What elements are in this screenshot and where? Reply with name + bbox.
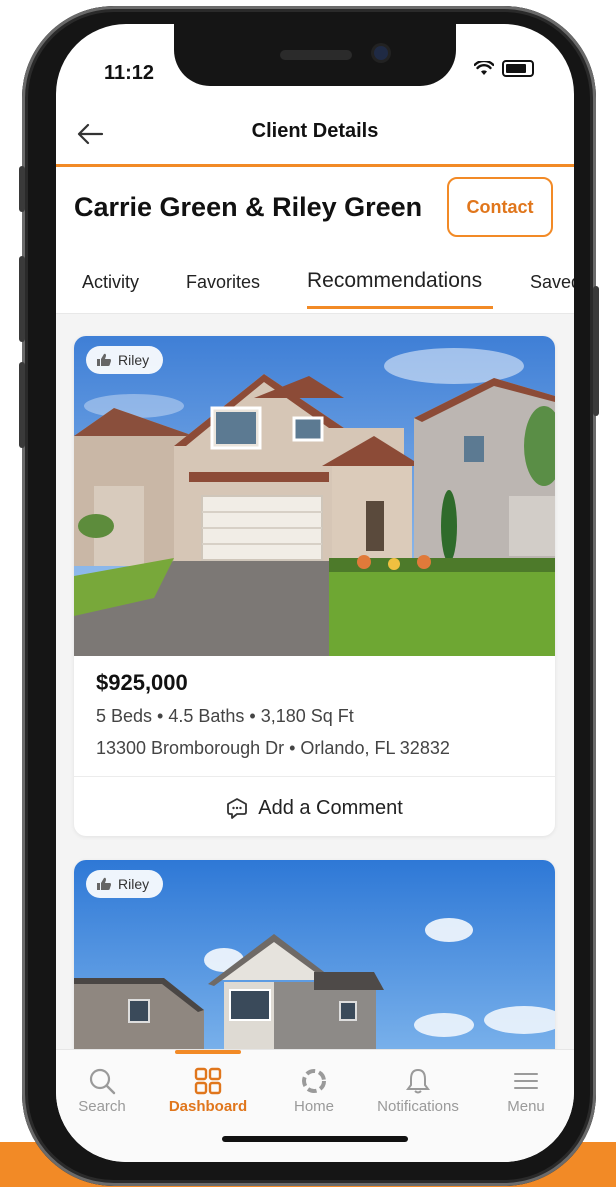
recommendations-feed: Riley $925,000 5 Beds • 4.5 Baths • 3,18… xyxy=(56,314,574,1049)
battery-icon xyxy=(502,60,534,77)
thumbs-up-icon xyxy=(97,353,111,366)
nav-notifications-label: Notifications xyxy=(377,1098,459,1115)
speaker-grille xyxy=(280,50,352,60)
thumbs-up-icon xyxy=(97,877,111,890)
bottom-nav: Search Dashboard Home Notifications Menu xyxy=(56,1049,574,1162)
header-divider xyxy=(56,164,574,167)
house-photo xyxy=(74,336,555,656)
add-comment-button[interactable]: Add a Comment xyxy=(74,786,555,830)
home-indicator[interactable] xyxy=(222,1136,408,1142)
active-tab-indicator xyxy=(307,306,493,309)
active-nav-indicator xyxy=(175,1050,241,1054)
client-name: Carrie Green & Riley Green xyxy=(74,192,423,222)
status-time: 11:12 xyxy=(104,62,155,84)
notch xyxy=(174,24,456,86)
bell-icon xyxy=(406,1068,430,1094)
contact-button[interactable]: Contact xyxy=(447,177,553,237)
hamburger-icon xyxy=(514,1073,538,1089)
power-button xyxy=(593,286,599,416)
liked-by-name: Riley xyxy=(118,876,150,892)
nav-search[interactable]: Search xyxy=(56,1064,152,1115)
listing-card[interactable]: Riley xyxy=(74,860,555,1049)
nav-menu-label: Menu xyxy=(507,1098,545,1115)
listing-address: 13300 Bromborough Dr • Orlando, FL 32832 xyxy=(96,738,450,758)
nav-dashboard-label: Dashboard xyxy=(168,1098,248,1115)
search-icon xyxy=(89,1068,116,1095)
tab-favorites[interactable]: Favorites xyxy=(186,272,260,293)
app-screen: 11:12 Client Details Carrie Green & Rile… xyxy=(56,24,574,1162)
nav-home-label: Home xyxy=(293,1098,334,1115)
nav-menu[interactable]: Menu xyxy=(476,1064,574,1115)
volume-up-button xyxy=(19,256,25,342)
liked-by-badge: Riley xyxy=(86,870,164,898)
home-logo-icon xyxy=(302,1069,326,1093)
listing-price: $925,000 xyxy=(96,670,188,695)
tab-activity[interactable]: Activity xyxy=(82,272,139,293)
camera-icon xyxy=(374,46,388,60)
card-divider xyxy=(74,776,555,777)
mute-switch xyxy=(19,166,25,212)
top-nav: Client Details xyxy=(56,104,574,164)
liked-by-badge: Riley xyxy=(86,346,164,374)
page-title: Client Details xyxy=(251,120,379,142)
grid-icon xyxy=(194,1067,222,1095)
nav-search-label: Search xyxy=(78,1098,126,1115)
comment-bubble-icon xyxy=(227,798,248,819)
liked-by-name: Riley xyxy=(118,352,150,368)
listing-specs: 5 Beds • 4.5 Baths • 3,180 Sq Ft xyxy=(96,706,354,726)
tab-saved[interactable]: Saved xyxy=(530,272,574,293)
status-icons xyxy=(474,60,534,77)
add-comment-label: Add a Comment xyxy=(258,796,403,819)
wifi-icon xyxy=(474,61,494,75)
volume-down-button xyxy=(19,362,25,448)
tab-bar: Activity Favorites Recommendations Saved xyxy=(56,264,574,314)
nav-notifications[interactable]: Notifications xyxy=(368,1064,468,1115)
listing-photo[interactable]: Riley xyxy=(74,860,555,1049)
nav-home[interactable]: Home xyxy=(264,1064,364,1115)
tab-recommendations[interactable]: Recommendations xyxy=(307,269,482,293)
listing-photo[interactable]: Riley xyxy=(74,336,555,656)
nav-dashboard[interactable]: Dashboard xyxy=(158,1064,258,1115)
listing-card[interactable]: Riley $925,000 5 Beds • 4.5 Baths • 3,18… xyxy=(74,336,555,836)
